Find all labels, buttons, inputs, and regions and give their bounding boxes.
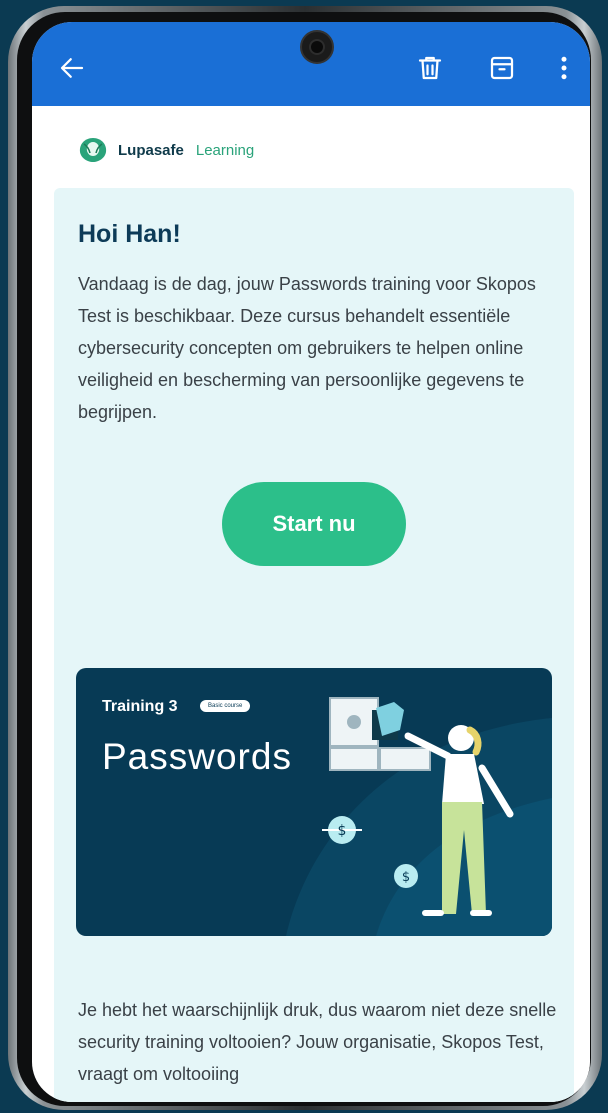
- lupasafe-logo-icon: [79, 138, 107, 162]
- puzzle-icon: [329, 697, 431, 771]
- svg-text:$: $: [402, 870, 410, 885]
- brand-header: Lupasafe Learning: [76, 136, 254, 164]
- more-vert-icon: [561, 56, 567, 80]
- archive-button[interactable]: [484, 50, 520, 86]
- start-now-button[interactable]: Start nu: [222, 482, 406, 566]
- camera-cutout: [300, 30, 334, 64]
- email-screen: Lupasafe Learning Hoi Han! Vandaag is de…: [32, 22, 590, 1102]
- email-body: Lupasafe Learning Hoi Han! Vandaag is de…: [32, 106, 590, 1102]
- back-button[interactable]: [54, 50, 90, 86]
- greeting-heading: Hoi Han!: [78, 220, 181, 248]
- outro-paragraph: Je hebt het waarschijnlijk druk, dus waa…: [78, 1000, 557, 1084]
- app-bar: [32, 22, 590, 106]
- more-options-button[interactable]: [546, 50, 582, 86]
- svg-text:$: $: [338, 823, 347, 839]
- banner-training-label: Training 3: [102, 698, 178, 715]
- brand-name: Lupasafe: [118, 141, 184, 159]
- arrow-back-icon: [60, 58, 84, 78]
- trash-icon: [418, 56, 442, 80]
- message-card: Hoi Han! Vandaag is de dag, jouw Passwor…: [54, 188, 574, 1102]
- banner-course-badge: Basic course: [200, 700, 251, 712]
- intro-paragraph: Vandaag is de dag, jouw Passwords traini…: [78, 274, 536, 422]
- delete-button[interactable]: [412, 50, 448, 86]
- banner-course-title: Passwords: [102, 736, 292, 777]
- brand-subtitle: Learning: [195, 141, 255, 159]
- course-banner[interactable]: $ $ Training 3 Basic course Passwords: [76, 668, 552, 936]
- archive-icon: [490, 56, 514, 80]
